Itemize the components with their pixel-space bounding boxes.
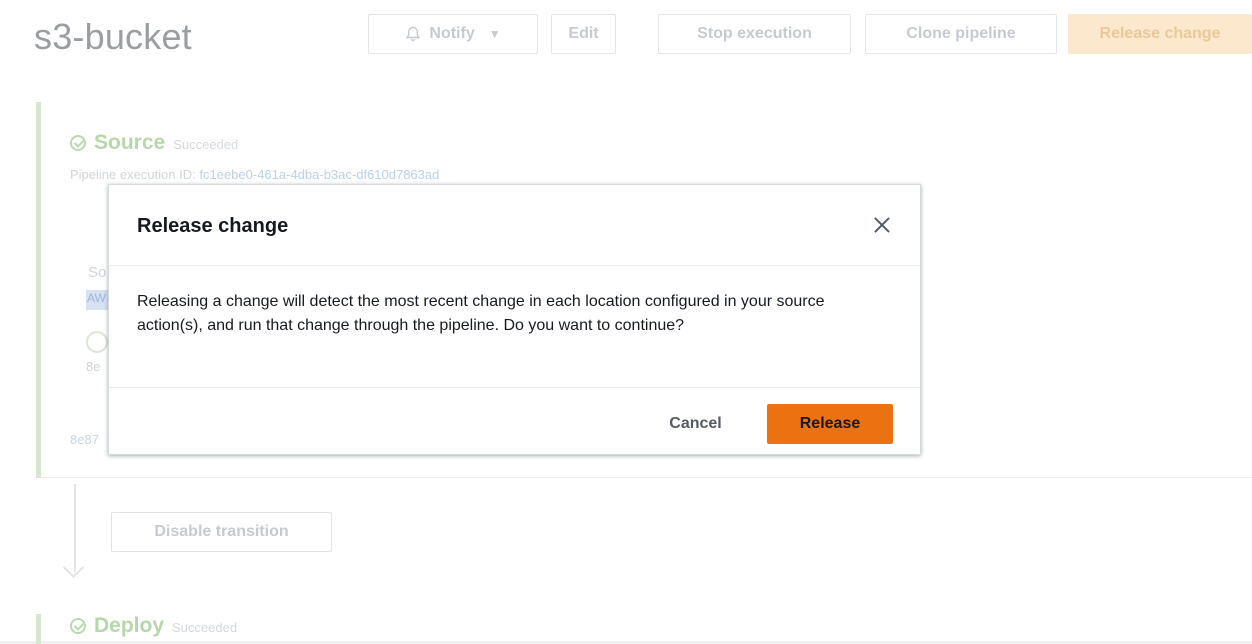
deploy-stage-header: Deploy Succeeded [70,614,237,638]
close-icon[interactable] [872,215,892,235]
provider-badge-fragment: AW [86,290,108,310]
execution-id-label: Pipeline execution ID: [70,167,196,182]
modal-message: Releasing a change will detect the most … [137,293,825,334]
modal-footer: Cancel Release [109,388,920,456]
edit-button[interactable]: Edit [551,14,616,54]
caret-down-icon: ▼ [488,27,501,41]
stage-status: Succeeded [173,137,239,152]
page-title: s3-bucket [34,16,192,57]
stage-name: Deploy [94,614,165,637]
source-stage-header: Source Succeeded [70,131,238,155]
cancel-button[interactable]: Cancel [652,404,739,444]
check-circle-icon [70,135,86,151]
notify-button[interactable]: Notify ▼ [368,14,538,54]
source-stage-border [36,102,41,478]
commit-link-fragment[interactable]: 8e87 [70,432,99,447]
modal-body: Releasing a change will detect the most … [109,266,920,388]
clone-pipeline-button[interactable]: Clone pipeline [865,14,1057,54]
stop-execution-button[interactable]: Stop execution [658,14,851,54]
bell-icon [406,26,421,42]
pipeline-execution-id: Pipeline execution ID: fc1eebe0-461a-4db… [70,167,439,182]
check-circle-icon [70,618,86,634]
notify-label: Notify [429,25,475,42]
action-detail-fragment: 8e [86,359,101,374]
release-button[interactable]: Release [767,404,893,444]
action-name-fragment: So [88,264,107,281]
stage-status: Succeeded [172,620,238,635]
source-stage-divider [41,477,1252,478]
release-change-modal: Release change Releasing a change will d… [108,184,921,455]
check-circle-icon [86,331,108,353]
modal-header: Release change [109,185,920,266]
disable-transition-button[interactable]: Disable transition [111,512,332,552]
deploy-stage-border [36,614,41,644]
stage-name: Source [94,131,166,154]
execution-id-link[interactable]: fc1eebe0-461a-4dba-b3ac-df610d7863ad [199,167,439,182]
modal-title: Release change [137,215,289,237]
release-change-button[interactable]: Release change [1068,14,1252,54]
